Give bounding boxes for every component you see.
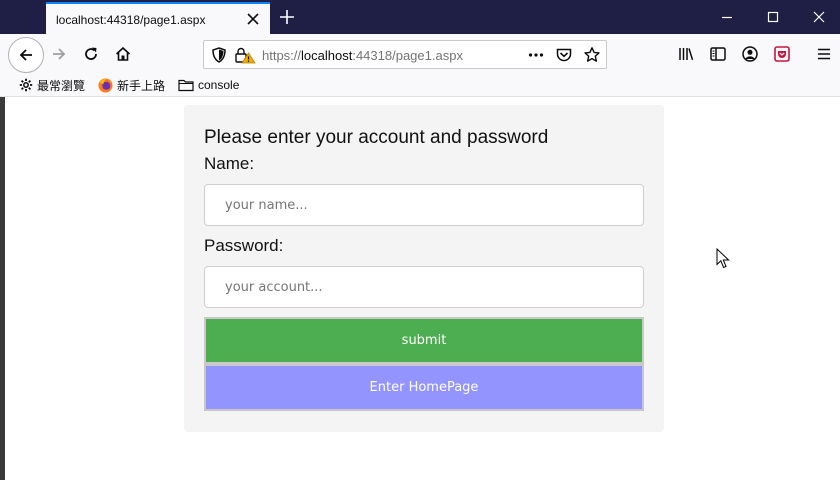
bookmark-label: 最常瀏覽	[37, 78, 86, 93]
bookmark-label: console	[198, 78, 240, 92]
url-bar[interactable]: https://localhost:44318/page1.aspx	[203, 40, 607, 69]
tab-title: localhost:44318/page1.aspx	[56, 13, 206, 27]
window-edge	[0, 97, 5, 480]
close-tab-icon[interactable]	[244, 10, 262, 28]
login-form: Please enter your account and password N…	[184, 105, 664, 432]
sidebar-button[interactable]	[703, 39, 733, 69]
name-label: Name:	[204, 154, 255, 173]
library-icon	[679, 48, 694, 61]
url-path: :44318/page1.aspx	[352, 48, 463, 63]
name-input[interactable]	[204, 184, 644, 226]
tab-strip: localhost:44318/page1.aspx	[0, 0, 840, 34]
url-text[interactable]: https://localhost:44318/page1.aspx	[262, 48, 463, 63]
close-window-icon[interactable]	[809, 7, 829, 27]
submit-button[interactable]: submit	[204, 317, 644, 364]
folder-icon	[178, 79, 194, 92]
password-input[interactable]	[204, 266, 644, 308]
form-heading: Please enter your account and password	[204, 127, 549, 148]
hamburger-menu-icon	[818, 48, 830, 60]
back-button[interactable]	[8, 37, 44, 73]
bookmarks-bar: 最常瀏覽 新手上路 console	[0, 74, 840, 97]
bookmark-star-icon[interactable]	[583, 46, 601, 64]
url-scheme: https://	[262, 48, 302, 63]
bookmark-getting-started[interactable]: 新手上路	[98, 76, 165, 94]
new-tab-icon[interactable]	[277, 7, 297, 27]
active-tab[interactable]: localhost:44318/page1.aspx	[46, 2, 270, 34]
tracking-shield-icon[interactable]	[210, 46, 228, 64]
enter-homepage-button[interactable]: Enter HomePage	[204, 364, 644, 411]
mouse-cursor-icon	[716, 248, 730, 269]
reload-button[interactable]	[76, 39, 106, 69]
bookmark-label: 新手上路	[117, 78, 166, 93]
pocket-icon[interactable]	[555, 46, 573, 64]
reload-icon	[85, 47, 97, 60]
password-label: Password:	[204, 236, 284, 255]
page-actions-icon[interactable]	[527, 46, 545, 64]
maximize-icon[interactable]	[763, 7, 783, 27]
sidebar-icon	[710, 47, 726, 61]
back-arrow-icon	[19, 49, 32, 61]
bookmark-console[interactable]: console	[178, 76, 239, 94]
gear-icon	[19, 78, 33, 92]
minimize-icon[interactable]	[717, 7, 737, 27]
home-button[interactable]	[108, 39, 138, 69]
home-icon	[115, 46, 131, 61]
bookmark-most-visited[interactable]: 最常瀏覽	[19, 76, 85, 94]
insecure-lock-icon[interactable]	[234, 46, 256, 64]
navigation-toolbar: https://localhost:44318/page1.aspx	[0, 34, 840, 74]
extension-button[interactable]	[767, 39, 797, 69]
menu-button[interactable]	[809, 39, 839, 69]
forward-arrow-icon	[53, 48, 66, 60]
pocket-extension-icon	[774, 46, 790, 62]
url-host: localhost	[301, 48, 353, 63]
forward-button[interactable]	[44, 39, 74, 69]
account-icon	[742, 46, 758, 62]
firefox-icon	[98, 78, 113, 92]
account-button[interactable]	[735, 39, 765, 69]
library-button[interactable]	[671, 39, 701, 69]
